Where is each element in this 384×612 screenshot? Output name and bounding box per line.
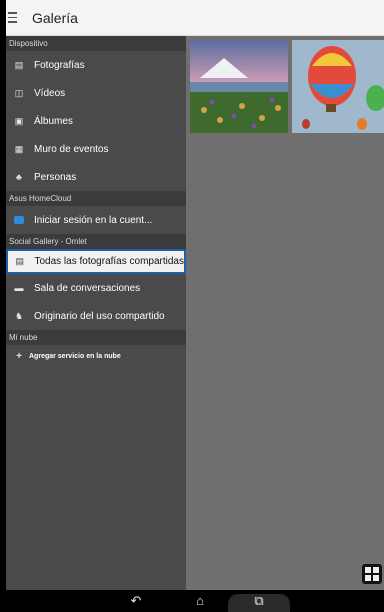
drawer-item-people[interactable]: ♣ Personas: [6, 163, 186, 191]
drawer-item-label: Iniciar sesión en la cuent...: [34, 214, 153, 226]
drawer-item-label: Álbumes: [34, 115, 73, 127]
drawer-item-label: Fotografías: [34, 59, 85, 71]
app-title: Galería: [32, 9, 78, 26]
drawer-item-share-origin[interactable]: ♞ Originario del uso compartido: [6, 302, 186, 330]
drawer-item-chat-room[interactable]: ▬ Sala de conversaciones: [6, 274, 186, 302]
gallery-content: [186, 36, 384, 590]
drawer-item-label: Vídeos: [34, 87, 66, 99]
person-icon: ♣: [16, 172, 22, 182]
drawer-item-all-shared-photos[interactable]: ▤ Todas las fotografías compartidas: [6, 249, 186, 274]
back-icon[interactable]: ↶: [124, 593, 148, 609]
album-icon: ▣: [14, 115, 24, 126]
film-icon: ◫: [14, 87, 24, 98]
drawer-item-albums[interactable]: ▣ Álbumes: [6, 107, 186, 135]
navigation-drawer: Dispositivo ▤ Fotografías ◫ Vídeos ▣ Álb…: [6, 36, 186, 590]
photo-thumbnail-balloons[interactable]: [292, 40, 384, 133]
drawer-item-videos[interactable]: ◫ Vídeos: [6, 79, 186, 107]
drawer-item-label: Todas las fotografías compartidas: [34, 256, 184, 267]
calendar-icon: ▦: [14, 143, 24, 154]
cloud-icon: [12, 216, 26, 224]
drawer-item-label: Sala de conversaciones: [34, 282, 141, 294]
plus-icon: +: [16, 350, 22, 362]
add-cloud-service-button[interactable]: + Agregar servicio en la nube: [6, 345, 186, 367]
drawer-item-event-wall[interactable]: ▦ Muro de eventos: [6, 135, 186, 163]
section-header-device: Dispositivo: [6, 36, 186, 51]
app-bar: Galería: [6, 0, 384, 36]
photos-icon: ▤: [14, 59, 24, 70]
chat-icon: ▬: [14, 283, 24, 293]
menu-icon[interactable]: [8, 12, 24, 23]
photo-thumbnail-lake[interactable]: [190, 40, 288, 133]
home-icon[interactable]: ⌂: [188, 593, 212, 609]
recents-icon[interactable]: ⧉: [247, 593, 271, 609]
shared-photos-icon: ▤: [15, 256, 24, 266]
people-share-icon: ♞: [14, 310, 24, 321]
drawer-item-label: Muro de eventos: [34, 143, 109, 155]
section-header-homecloud: Asus HomeCloud: [6, 191, 186, 206]
drawer-item-label: Agregar servicio en la nube: [29, 352, 121, 360]
section-header-my-cloud: Mi nube: [6, 330, 186, 345]
system-navigation-bar: ↶ ⌂ ⧉: [6, 590, 384, 612]
drawer-item-label: Personas: [34, 171, 77, 183]
section-header-social-gallery: Social Gallery - Omlet: [6, 234, 186, 249]
drawer-item-homecloud-login[interactable]: Iniciar sesión en la cuent...: [6, 206, 186, 234]
drawer-item-photos[interactable]: ▤ Fotografías: [6, 51, 186, 79]
layout-toggle-icon[interactable]: [362, 564, 382, 584]
drawer-item-label: Originario del uso compartido: [34, 310, 165, 322]
gallery-screen: Galería Dispositivo ▤ Fotografías ◫ Víde…: [6, 0, 384, 612]
